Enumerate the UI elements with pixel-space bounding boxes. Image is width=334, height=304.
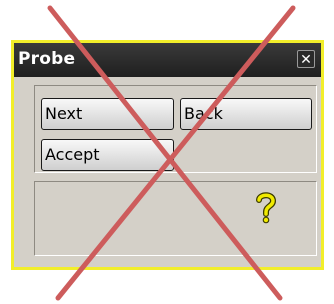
back-button[interactable]: Back <box>180 98 312 130</box>
question-mark-icon[interactable] <box>254 191 278 225</box>
probe-dialog: Probe ✕ Next Back Accept <box>11 40 324 270</box>
title-bar[interactable]: Probe ✕ <box>14 43 321 77</box>
accept-button[interactable]: Accept <box>41 139 174 171</box>
close-button[interactable]: ✕ <box>297 50 315 68</box>
screen: Probe ✕ Next Back Accept <box>0 0 334 304</box>
close-icon: ✕ <box>300 52 312 68</box>
next-button[interactable]: Next <box>41 98 174 130</box>
window-title: Probe <box>18 49 76 69</box>
